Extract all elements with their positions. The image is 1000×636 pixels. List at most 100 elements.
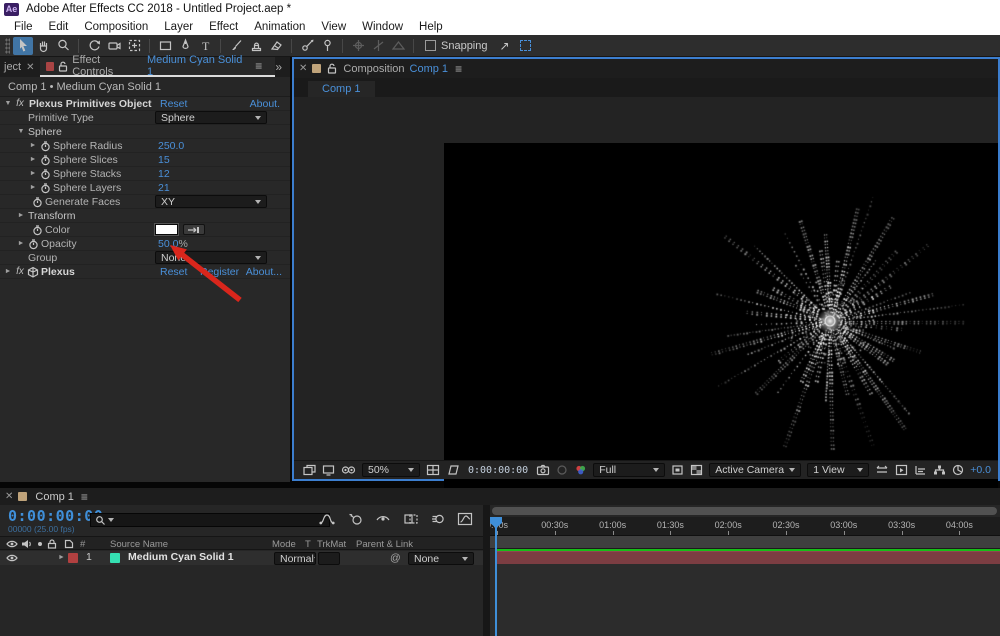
- disclosure-triangle-icon[interactable]: ▼: [3, 100, 13, 107]
- timeline-button-icon[interactable]: [914, 464, 927, 476]
- expand-triangle-icon[interactable]: ►: [28, 156, 38, 163]
- resolution-dropdown[interactable]: Full: [593, 463, 665, 477]
- menu-view[interactable]: View: [313, 21, 354, 33]
- region-of-interest-icon[interactable]: [671, 464, 684, 476]
- transparency-grid-icon[interactable]: [690, 464, 703, 476]
- parent-dropdown[interactable]: None: [408, 552, 474, 565]
- eyedropper-icon[interactable]: [183, 224, 205, 235]
- menu-composition[interactable]: Composition: [76, 21, 156, 33]
- eraser-tool[interactable]: [266, 37, 286, 55]
- menu-animation[interactable]: Animation: [246, 21, 313, 33]
- pixel-aspect-icon[interactable]: [875, 464, 889, 476]
- expand-triangle-icon[interactable]: ►: [28, 142, 38, 149]
- primitive-type-dropdown[interactable]: Sphere: [155, 111, 267, 124]
- close-tab-icon[interactable]: ✕: [294, 63, 312, 74]
- exposure-value[interactable]: +0.0: [970, 464, 991, 476]
- value-sphere-layers[interactable]: 21: [158, 182, 170, 194]
- expand-triangle-icon[interactable]: ►: [16, 240, 26, 247]
- comp-viewer-tab[interactable]: Comp 1: [308, 81, 375, 97]
- expand-triangle-icon[interactable]: ►: [3, 268, 13, 275]
- unlock-icon[interactable]: [58, 61, 68, 72]
- layer-eye-toggle[interactable]: [6, 553, 18, 566]
- comp-timecode[interactable]: 0:00:00:00: [468, 465, 528, 476]
- layer-name[interactable]: Medium Cyan Solid 1: [128, 551, 234, 563]
- camera-dropdown[interactable]: Active Camera: [709, 463, 801, 477]
- search-input[interactable]: [90, 513, 330, 527]
- fast-previews-icon[interactable]: [895, 464, 908, 476]
- reset-exposure-icon[interactable]: [952, 464, 964, 476]
- reset-link[interactable]: Reset: [160, 98, 187, 110]
- menu-file[interactable]: File: [6, 21, 41, 33]
- preview-eyes-icon[interactable]: [341, 464, 356, 476]
- type-tool[interactable]: T: [195, 37, 215, 55]
- snapping-checkbox[interactable]: [425, 40, 436, 51]
- panel-menu-icon[interactable]: ≡: [455, 62, 462, 76]
- shortcut-arrow-icon[interactable]: ↗: [500, 39, 510, 53]
- property-group-sphere[interactable]: ▼ Sphere: [0, 125, 290, 139]
- capture-region-icon[interactable]: [520, 40, 531, 51]
- mask-visibility-icon[interactable]: [446, 464, 460, 476]
- motion-blur-icon[interactable]: [431, 512, 445, 526]
- selection-tool[interactable]: [13, 37, 33, 55]
- group-dropdown[interactable]: None: [155, 251, 267, 264]
- stopwatch-icon[interactable]: [28, 238, 39, 250]
- disclosure-triangle-icon[interactable]: ▼: [16, 128, 26, 135]
- close-tab-icon[interactable]: ✕: [21, 62, 39, 73]
- project-tab-partial[interactable]: ject: [0, 61, 21, 73]
- mode-column-header[interactable]: Mode: [272, 539, 296, 550]
- pen-tool[interactable]: [175, 37, 195, 55]
- about-link[interactable]: About...: [246, 266, 282, 278]
- stopwatch-icon[interactable]: [32, 224, 43, 236]
- close-tab-icon[interactable]: ✕: [0, 491, 18, 502]
- stopwatch-icon[interactable]: [40, 140, 51, 152]
- effect-controls-tab[interactable]: Effect Controls Medium Cyan Solid 1 ≡: [40, 57, 276, 77]
- menu-effect[interactable]: Effect: [201, 21, 246, 33]
- puppet-pin-tool[interactable]: [317, 37, 337, 55]
- layer-label-color[interactable]: [68, 553, 78, 563]
- stopwatch-icon[interactable]: [40, 168, 51, 180]
- expand-triangle-icon[interactable]: ►: [16, 212, 26, 219]
- mini-flowchart-icon[interactable]: [319, 512, 335, 526]
- timeline-track-area[interactable]: 0:00s00:30s01:00s01:30s02:00s02:30s03:00…: [490, 505, 1000, 636]
- frame-blending-icon[interactable]: [403, 512, 419, 526]
- layer-expand-triangle[interactable]: ►: [58, 554, 65, 561]
- timeline-divider[interactable]: [483, 505, 490, 636]
- hand-tool[interactable]: [33, 37, 53, 55]
- snapping-toggle[interactable]: Snapping: [425, 40, 488, 52]
- draft-3d-icon[interactable]: [347, 512, 363, 526]
- graph-editor-icon[interactable]: [457, 512, 473, 526]
- source-name-column-header[interactable]: Source Name: [110, 539, 168, 550]
- pickwhip-icon[interactable]: @: [390, 552, 401, 564]
- layer-row[interactable]: ► 1 Medium Cyan Solid 1 Normal @ None: [0, 551, 483, 565]
- stopwatch-icon[interactable]: [40, 182, 51, 194]
- clone-stamp-tool[interactable]: [246, 37, 266, 55]
- about-link[interactable]: About.: [250, 98, 280, 110]
- tab-overflow-icon[interactable]: »: [275, 60, 290, 74]
- panel-menu-icon[interactable]: ≡: [81, 490, 88, 504]
- parent-column-header[interactable]: Parent & Link: [356, 539, 413, 550]
- pan-behind-tool[interactable]: [124, 37, 144, 55]
- reset-link[interactable]: Reset: [160, 266, 187, 278]
- menu-edit[interactable]: Edit: [41, 21, 77, 33]
- stopwatch-icon[interactable]: [32, 196, 43, 208]
- timeline-tab-label[interactable]: Comp 1: [35, 491, 74, 503]
- time-navigator[interactable]: [490, 505, 1000, 517]
- camera-tool[interactable]: [104, 37, 124, 55]
- flowchart-button-icon[interactable]: [933, 464, 946, 476]
- stopwatch-icon[interactable]: [40, 154, 51, 166]
- effect-header-row[interactable]: ► fx Plexus Reset Register About...: [0, 265, 290, 279]
- blend-mode-dropdown[interactable]: Normal: [274, 552, 316, 565]
- work-area-bar[interactable]: [490, 536, 1000, 549]
- magnification-dropdown[interactable]: 50%: [362, 463, 420, 477]
- expand-triangle-icon[interactable]: ►: [28, 170, 38, 177]
- trkmat-cell[interactable]: [318, 552, 340, 565]
- toolbar-drag-handle[interactable]: [5, 38, 10, 54]
- value-sphere-stacks[interactable]: 12: [158, 168, 170, 180]
- shape-tool[interactable]: [155, 37, 175, 55]
- fx-badge-icon[interactable]: fx: [13, 266, 27, 277]
- rotation-tool[interactable]: [84, 37, 104, 55]
- panel-menu-icon[interactable]: ≡: [255, 59, 262, 73]
- menu-help[interactable]: Help: [411, 21, 451, 33]
- color-swatch[interactable]: [155, 224, 178, 235]
- snapshot-camera-icon[interactable]: [536, 464, 550, 476]
